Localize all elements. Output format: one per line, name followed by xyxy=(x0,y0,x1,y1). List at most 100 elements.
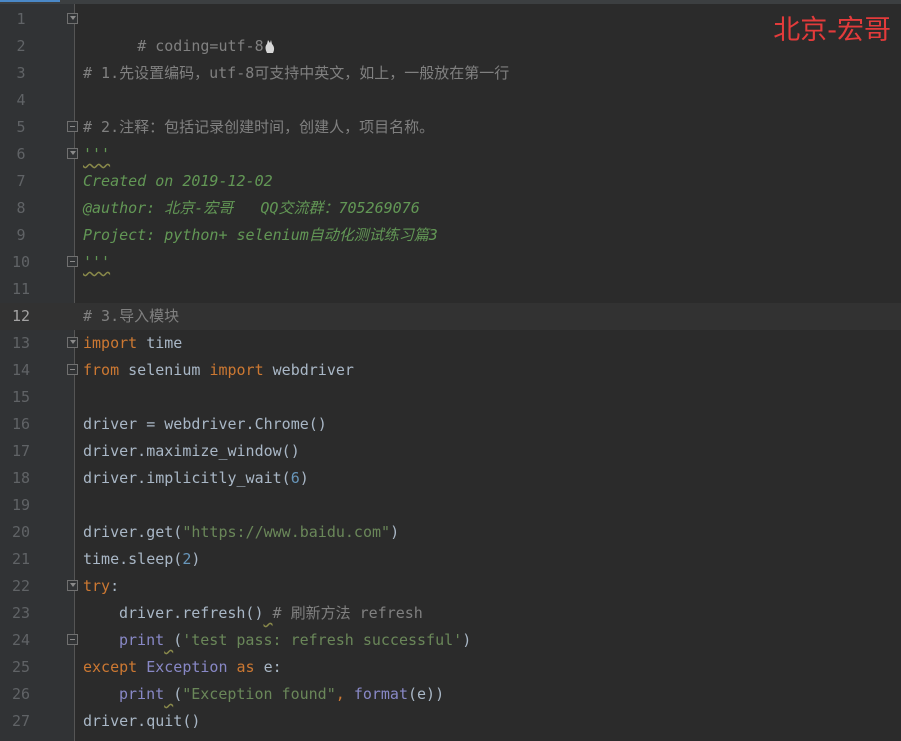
fold-toggle-icon[interactable] xyxy=(67,148,78,159)
statement-token: driver = webdriver.Chrome() xyxy=(83,415,327,433)
code-line-27[interactable]: 27 driver.quit() xyxy=(0,708,901,735)
line-number: 15 xyxy=(11,388,31,406)
line-number: 22 xyxy=(11,577,31,595)
code-line-15[interactable]: 15 xyxy=(0,384,901,411)
keyword-token: import xyxy=(83,334,138,352)
fold-toggle-icon[interactable] xyxy=(67,13,78,24)
line-number: 13 xyxy=(11,334,31,352)
code-line-24[interactable]: 24 print ('test pass: refresh successful… xyxy=(0,627,901,654)
line-number: 10 xyxy=(11,253,31,271)
code-line-6[interactable]: 6 ''' xyxy=(0,141,901,168)
whitespace-warning-token xyxy=(264,604,273,622)
number-token: 6 xyxy=(290,469,300,487)
string-token: "Exception found" xyxy=(182,685,336,703)
paren-token: ) xyxy=(390,523,400,541)
line-number: 7 xyxy=(16,172,26,190)
code-line-18[interactable]: 18 driver.implicitly_wait(6) xyxy=(0,465,901,492)
keyword-token: from xyxy=(83,361,120,379)
code-line-17[interactable]: 17 driver.maximize_window() xyxy=(0,438,901,465)
keyword-token: try xyxy=(83,577,111,595)
identifier-token: selenium xyxy=(119,361,210,379)
comma-token: , xyxy=(335,685,354,703)
fold-toggle-icon[interactable] xyxy=(67,634,78,645)
builtin-token: print xyxy=(119,631,165,649)
line-number: 24 xyxy=(11,631,31,649)
fold-toggle-icon[interactable] xyxy=(67,256,78,267)
line-number: 2 xyxy=(16,37,26,55)
identifier-token: webdriver xyxy=(263,361,354,379)
string-token: "https://www.baidu.com" xyxy=(182,523,391,541)
line-number: 14 xyxy=(11,361,31,379)
builtin-token: format xyxy=(353,685,408,703)
line-number: 8 xyxy=(16,199,26,217)
docstring-token: Project: python+ selenium自动化测试练习篇3 xyxy=(83,226,438,244)
statement-token: driver.get( xyxy=(83,523,183,541)
paren-token: ) xyxy=(299,469,309,487)
editor-tab-strip xyxy=(0,0,901,4)
code-line-3[interactable]: 3 # 1.先设置编码，utf-8可支持中英文，如上，一般放在第一行 xyxy=(0,60,901,87)
line-number: 11 xyxy=(11,280,31,298)
line-number: 9 xyxy=(16,226,26,244)
code-line-14[interactable]: 14 from selenium import webdriver xyxy=(0,357,901,384)
builtin-token: Exception xyxy=(146,658,228,676)
code-line-9[interactable]: 9 Project: python+ selenium自动化测试练习篇3 xyxy=(0,222,901,249)
statement-token: driver.implicitly_wait( xyxy=(83,469,291,487)
identifier-token: time xyxy=(137,334,183,352)
code-line-26[interactable]: 26 print ("Exception found", format(e)) xyxy=(0,681,901,708)
code-line-7[interactable]: 7 Created on 2019-12-02 xyxy=(0,168,901,195)
line-number: 6 xyxy=(16,145,26,163)
whitespace-warning-token xyxy=(164,685,173,703)
comment-token: # 2.注释：包括记录创建时间，创建人，项目名称。 xyxy=(83,118,435,136)
code-line-13[interactable]: 13 import time xyxy=(0,330,901,357)
code-line-10[interactable]: 10 ''' xyxy=(0,249,901,276)
fold-toggle-icon[interactable] xyxy=(67,364,78,375)
comment-token: # 3.导入模块 xyxy=(83,307,180,325)
code-line-21[interactable]: 21 time.sleep(2) xyxy=(0,546,901,573)
line-number: 3 xyxy=(16,64,26,82)
code-line-22[interactable]: 22 try: xyxy=(0,573,901,600)
line-number: 1 xyxy=(16,10,26,28)
docstring-token: @author: 北京-宏哥 QQ交流群：705269076 xyxy=(83,199,420,217)
line-number: 18 xyxy=(11,469,31,487)
paren-token: ) xyxy=(462,631,472,649)
docstring-token: Created on 2019-12-02 xyxy=(83,172,273,190)
docstring-token: ''' xyxy=(83,253,111,271)
line-number: 17 xyxy=(11,442,31,460)
keyword-token: import xyxy=(209,361,264,379)
string-token: 'test pass: refresh successful' xyxy=(182,631,463,649)
colon-token: : xyxy=(110,577,120,595)
whitespace-warning-token xyxy=(164,631,173,649)
line-number: 23 xyxy=(11,604,31,622)
code-line-1[interactable]: 1 # coding=utf-8 xyxy=(0,6,901,55)
fold-toggle-icon[interactable] xyxy=(67,121,78,132)
active-tab-indicator xyxy=(0,0,60,2)
line-number: 27 xyxy=(11,712,31,730)
docstring-token: ''' xyxy=(83,145,111,163)
line-number: 4 xyxy=(16,91,26,109)
code-line-19[interactable]: 19 xyxy=(0,492,901,519)
code-line-20[interactable]: 20 driver.get("https://www.baidu.com") xyxy=(0,519,901,546)
code-line-2[interactable]: 2 xyxy=(0,33,901,60)
comment-token: # 刷新方法 refresh xyxy=(272,604,423,622)
code-line-12[interactable]: 12 # 3.导入模块 xyxy=(0,303,901,330)
builtin-token: print xyxy=(119,685,165,703)
code-line-4[interactable]: 4 xyxy=(0,87,901,114)
code-line-8[interactable]: 8 @author: 北京-宏哥 QQ交流群：705269076 xyxy=(0,195,901,222)
code-line-5[interactable]: 5 # 2.注释：包括记录创建时间，创建人，项目名称。 xyxy=(0,114,901,141)
line-number: 26 xyxy=(11,685,31,703)
fold-toggle-icon[interactable] xyxy=(67,580,78,591)
line-number: 12 xyxy=(11,307,31,325)
code-line-25[interactable]: 25 except Exception as e: xyxy=(0,654,901,681)
code-line-11[interactable]: 11 xyxy=(0,276,901,303)
code-editor[interactable]: 1 # coding=utf-8 2 3 # 1.先设置编码，utf-8可支持中… xyxy=(0,6,901,735)
line-number: 21 xyxy=(11,550,31,568)
keyword-token: except xyxy=(83,658,138,676)
fold-toggle-icon[interactable] xyxy=(67,337,78,348)
paren-token: ) xyxy=(191,550,201,568)
identifier-token: e: xyxy=(254,658,282,676)
author-watermark: 北京-宏哥 xyxy=(773,15,891,46)
code-line-16[interactable]: 16 driver = webdriver.Chrome() xyxy=(0,411,901,438)
code-line-23[interactable]: 23 driver.refresh() # 刷新方法 refresh xyxy=(0,600,901,627)
